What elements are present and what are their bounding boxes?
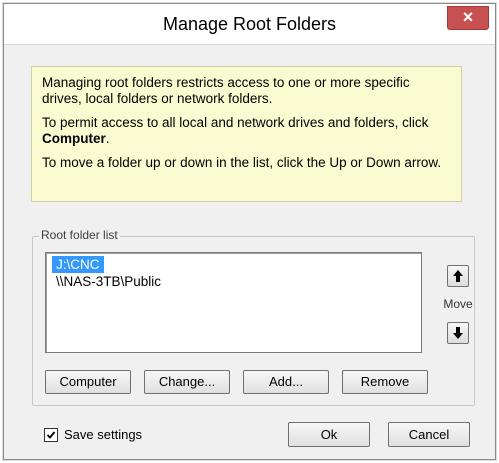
checkmark-icon <box>46 431 56 439</box>
change-button[interactable]: Change... <box>144 370 230 394</box>
computer-button[interactable]: Computer <box>45 370 131 394</box>
cancel-button[interactable]: Cancel <box>388 422 470 447</box>
list-item-nas-public[interactable]: \\NAS-3TB\Public <box>52 273 165 290</box>
arrow-up-icon <box>453 270 463 282</box>
root-folder-list-legend: Root folder list <box>39 228 120 242</box>
root-folder-groupbox: Root folder list J:\CNC \\NAS-3TB\Public… <box>32 228 475 406</box>
info-text-computer-bold: Computer <box>42 131 106 146</box>
dialog-title: Manage Root Folders <box>162 14 337 34</box>
remove-button[interactable]: Remove <box>342 370 428 394</box>
info-text-move: To move a folder up or down in the list,… <box>42 155 442 170</box>
info-text-restrict: Managing root folders restricts access t… <box>42 75 410 106</box>
arrow-down-icon <box>453 327 463 339</box>
move-down-button[interactable] <box>447 322 469 344</box>
close-icon: × <box>462 7 474 27</box>
info-text-computer: To permit access to all local and networ… <box>42 115 451 147</box>
move-label: Move <box>443 297 473 311</box>
info-text-computer-post: . <box>105 131 110 146</box>
close-button[interactable]: × <box>447 6 489 30</box>
list-item-j-cnc[interactable]: J:\CNC <box>52 256 104 273</box>
move-up-button[interactable] <box>447 265 469 287</box>
info-box: Managing root folders restricts access t… <box>31 66 462 202</box>
save-settings-check-box[interactable] <box>44 428 58 442</box>
ok-button[interactable]: Ok <box>288 422 370 447</box>
save-settings-label: Save settings <box>64 427 143 442</box>
info-text-computer-pre: To permit access to all local and networ… <box>42 115 429 130</box>
manage-root-folders-dialog: Manage Root Folders × Managing root fold… <box>3 3 496 460</box>
root-folder-listbox[interactable]: J:\CNC \\NAS-3TB\Public <box>45 252 422 353</box>
add-button[interactable]: Add... <box>243 370 329 394</box>
title-bar: Manage Root Folders × <box>4 4 495 45</box>
